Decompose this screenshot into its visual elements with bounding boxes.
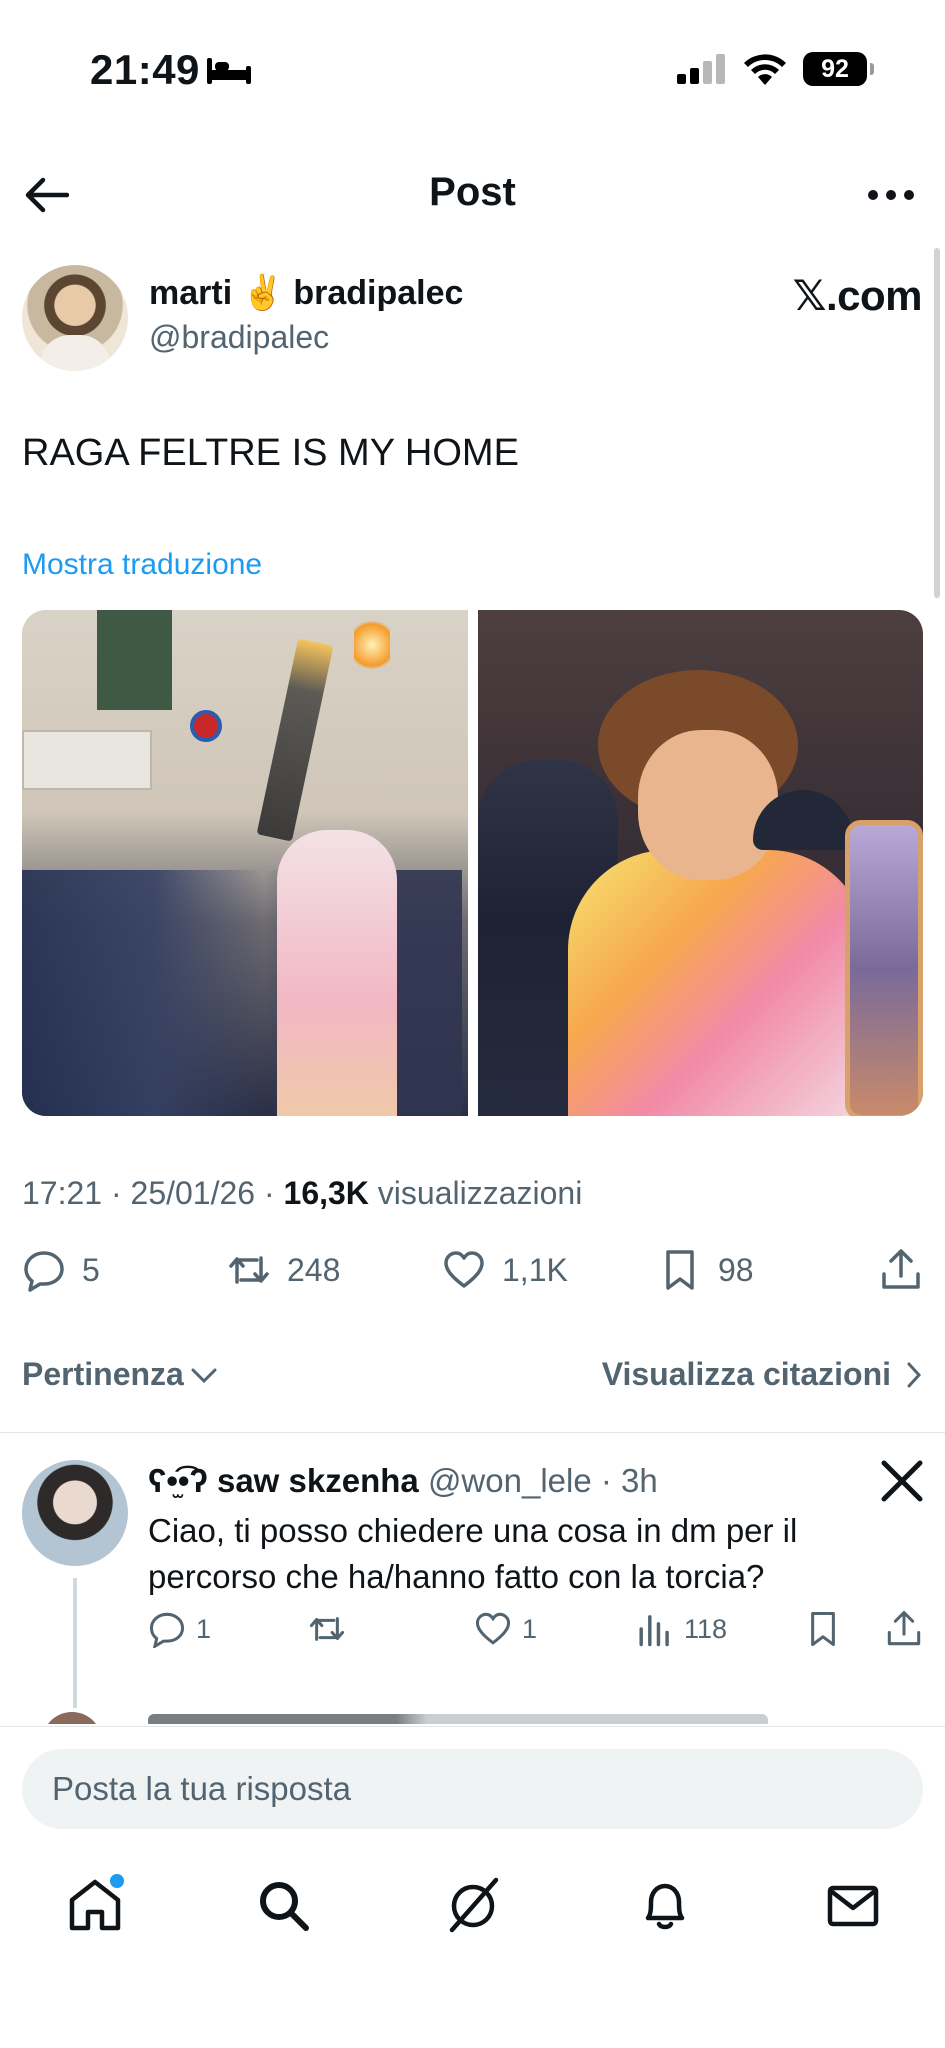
reply-like-button[interactable]: 1 — [474, 1610, 537, 1648]
chevron-right-icon — [907, 1362, 922, 1387]
chevron-down-icon — [191, 1368, 217, 1383]
reply-share-button[interactable] — [885, 1610, 923, 1648]
media-photo-closeup[interactable] — [477, 610, 923, 1116]
reply-like-count: 1 — [522, 1613, 538, 1644]
share-icon — [882, 1249, 920, 1289]
media-photo-torch-relay[interactable] — [22, 610, 468, 1116]
post-header: Post — [0, 150, 945, 240]
page-title: Post — [429, 170, 516, 214]
thread-line — [73, 1578, 77, 1708]
reply-reply-button[interactable]: 1 — [148, 1610, 211, 1648]
reply-bubble-icon — [149, 1612, 185, 1648]
sleep-focus-icon — [207, 58, 251, 84]
post-media — [22, 610, 923, 1116]
analytics-icon — [639, 1615, 669, 1647]
xcom-watermark: 𝕏.com — [792, 272, 923, 319]
search-icon — [260, 1882, 309, 1931]
like-count: 1,1K — [502, 1251, 568, 1288]
divider — [0, 1432, 945, 1433]
scrollbar[interactable] — [934, 248, 940, 598]
reply-views-count: 118 — [684, 1613, 728, 1644]
reply-time: · 3h — [591, 1462, 658, 1499]
reply-author-handle[interactable]: @won_lele — [428, 1462, 592, 1499]
bell-icon — [645, 1883, 685, 1930]
compose-bar: Posta la tua risposta — [0, 1726, 945, 1844]
more-options-button[interactable] — [863, 170, 919, 220]
reply-text: Ciao, ti posso chiedere una cosa in dm p… — [148, 1512, 798, 1595]
reply-item[interactable]: ʕ•̫͡•ʔ saw skzenha @won_lele · 3h Ciao, … — [22, 1460, 923, 1710]
bookmark-icon — [666, 1250, 694, 1290]
grok-icon — [449, 1877, 499, 1933]
status-time: 21:49 — [90, 46, 200, 93]
battery-level: 92 — [821, 54, 849, 83]
share-button[interactable] — [879, 1248, 923, 1292]
post-actions: 5 248 1,1K 98 — [22, 1248, 923, 1308]
reply-button[interactable]: 5 — [22, 1248, 100, 1292]
reply-actions: 1 1 118 — [148, 1610, 923, 1654]
sort-dropdown[interactable]: Pertinenza — [22, 1356, 218, 1393]
tab-home[interactable] — [60, 1870, 130, 1940]
bookmark-icon — [811, 1611, 835, 1647]
post-text: RAGA FELTRE IS MY HOME — [22, 432, 519, 474]
share-icon — [887, 1611, 921, 1646]
repost-icon — [309, 1617, 345, 1641]
heart-icon — [475, 1612, 511, 1645]
x-logo-icon — [881, 1460, 923, 1513]
reply-count: 5 — [82, 1251, 100, 1288]
sort-label: Pertinenza — [22, 1356, 184, 1392]
bookmark-button[interactable]: 98 — [658, 1248, 754, 1292]
like-button[interactable]: 1,1K — [442, 1248, 568, 1292]
views-label: visualizzazioni — [368, 1175, 583, 1211]
repost-count: 248 — [287, 1251, 341, 1288]
reply-bookmark-button[interactable] — [804, 1610, 842, 1648]
views-count: 16,3K — [283, 1175, 369, 1211]
quotes-label: Visualizza citazioni — [601, 1356, 891, 1392]
reply-bubble-icon — [24, 1251, 64, 1292]
tab-search[interactable] — [248, 1870, 318, 1940]
next-reply-peek — [22, 1712, 923, 1724]
wifi-icon — [744, 54, 786, 85]
repost-icon — [229, 1256, 269, 1284]
tab-notifications[interactable] — [630, 1870, 700, 1940]
show-translation-link[interactable]: Mostra traduzione — [22, 548, 262, 582]
status-bar: 21:49 92 — [0, 0, 945, 140]
reply-input[interactable]: Posta la tua risposta — [22, 1749, 923, 1829]
reply-views-button[interactable]: 118 — [636, 1610, 727, 1648]
post-timestamp: 17:21 · 25/01/26 · — [22, 1175, 284, 1211]
repost-button[interactable]: 248 — [227, 1248, 340, 1292]
avatar[interactable] — [22, 265, 128, 371]
cellular-signal-icon — [677, 54, 725, 84]
replies-filter-row: Pertinenza Visualizza citazioni — [22, 1350, 923, 1400]
post-author: marti ✌️ bradipalec @bradipalec 𝕏.com — [22, 265, 923, 375]
reply-reply-count: 1 — [196, 1613, 212, 1644]
mail-icon — [827, 1885, 879, 1927]
reply-author-name[interactable]: ʕ•̫͡•ʔ saw skzenha — [148, 1462, 419, 1499]
notification-dot — [110, 1874, 124, 1888]
view-quotes-link[interactable]: Visualizza citazioni — [602, 1356, 923, 1393]
tab-grok[interactable] — [438, 1870, 508, 1940]
author-handle[interactable]: @bradipalec — [149, 319, 329, 356]
author-name[interactable]: marti ✌️ bradipalec — [149, 273, 463, 313]
heart-icon — [444, 1251, 484, 1288]
bookmark-count: 98 — [718, 1251, 754, 1288]
tab-messages[interactable] — [818, 1870, 888, 1940]
bottom-tab-bar — [0, 1850, 945, 1970]
post-meta: 17:21 · 25/01/26 · 16,3K visualizzazioni — [22, 1175, 582, 1212]
reply-repost-button[interactable] — [308, 1610, 346, 1648]
avatar[interactable] — [22, 1460, 128, 1566]
battery-indicator: 92 — [803, 52, 874, 86]
reply-header: ʕ•̫͡•ʔ saw skzenha @won_lele · 3h — [148, 1462, 658, 1500]
more-dots-icon — [868, 190, 914, 200]
